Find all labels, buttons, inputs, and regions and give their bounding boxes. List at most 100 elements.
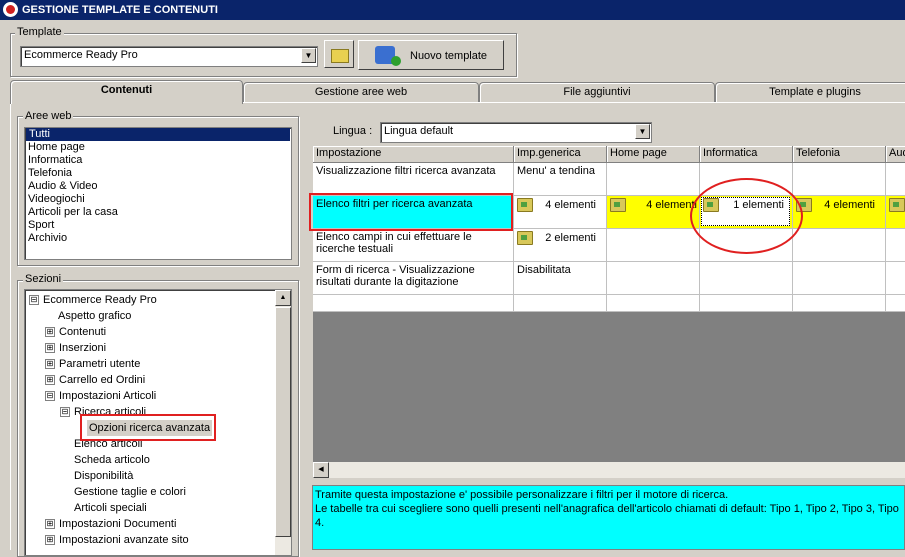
folder-icon[interactable] bbox=[889, 198, 905, 212]
table-cell[interactable]: Elenco campi in cui effettuare le ricerc… bbox=[313, 229, 514, 262]
sezioni-scrollbar[interactable]: ▲ bbox=[275, 290, 291, 555]
list-item[interactable]: Archivio bbox=[25, 232, 291, 245]
list-item[interactable]: Videogiochi bbox=[25, 193, 291, 206]
column-header[interactable]: Imp.generica bbox=[514, 146, 607, 163]
tab-gestione-aree-web[interactable]: Gestione aree web bbox=[243, 82, 479, 102]
tree-item[interactable]: Articoli speciali bbox=[74, 500, 147, 516]
table-cell[interactable] bbox=[793, 163, 886, 196]
table-cell[interactable]: 4 elementi bbox=[514, 196, 607, 229]
lingua-select[interactable]: Lingua default ▼ bbox=[380, 122, 652, 143]
tree-item-label: Impostazioni Documenti bbox=[59, 518, 177, 530]
aree-web-label: Aree web bbox=[23, 110, 74, 122]
tree-item-label: Carrello ed Ordini bbox=[59, 374, 146, 386]
tree-item[interactable]: Scheda articolo bbox=[74, 452, 150, 468]
column-header[interactable]: Informatica bbox=[700, 146, 793, 163]
table-cell[interactable] bbox=[607, 295, 700, 312]
expand-icon[interactable]: ⊞ bbox=[45, 359, 55, 370]
table-cell[interactable]: 2 elementi bbox=[514, 229, 607, 262]
table-cell[interactable] bbox=[607, 229, 700, 262]
table-cell[interactable] bbox=[793, 262, 886, 295]
open-folder-button[interactable] bbox=[324, 40, 354, 68]
column-header[interactable]: Telefonia bbox=[793, 146, 886, 163]
table-cell[interactable] bbox=[793, 229, 886, 262]
tree-item[interactable]: ⊞ Carrello ed Ordini bbox=[45, 372, 145, 388]
column-header[interactable]: Aud bbox=[886, 146, 905, 163]
table-cell[interactable] bbox=[700, 295, 793, 312]
chevron-down-icon[interactable]: ▼ bbox=[301, 48, 316, 63]
cell-value: 4 elementi bbox=[545, 199, 596, 211]
tab-contenuti[interactable]: Contenuti bbox=[10, 80, 243, 104]
table-cell[interactable]: Disabilitata bbox=[514, 262, 607, 295]
tree-item[interactable]: ⊞ Contenuti bbox=[45, 324, 106, 340]
cell-value: 4 elementi bbox=[646, 199, 697, 211]
new-template-label: Nuovo template bbox=[410, 50, 488, 62]
tree-item[interactable]: ⊞ Impostazioni avanzate sito bbox=[45, 532, 189, 548]
table-cell[interactable]: Visualizzazione filtri ricerca avanzata bbox=[313, 163, 514, 196]
tree-item[interactable]: ⊞ Inserzioni bbox=[45, 340, 106, 356]
template-select[interactable]: Ecommerce Ready Pro ▼ bbox=[20, 46, 318, 67]
scroll-up-icon[interactable]: ▲ bbox=[275, 290, 291, 306]
tree-item[interactable]: Gestione taglie e colori bbox=[74, 484, 186, 500]
folder-icon[interactable] bbox=[610, 198, 626, 212]
tree-item-root[interactable]: ⊟ Ecommerce Ready Pro bbox=[29, 292, 157, 308]
tree-item-label: Impostazioni avanzate sito bbox=[59, 534, 189, 546]
table-cell[interactable]: 4 elementi bbox=[793, 196, 886, 229]
table-cell[interactable] bbox=[313, 295, 514, 312]
tree-item-label: Impostazioni Articoli bbox=[59, 390, 157, 402]
expand-icon[interactable]: ⊞ bbox=[45, 519, 55, 530]
column-header[interactable]: Home page bbox=[607, 146, 700, 163]
scroll-left-icon[interactable]: ◀ bbox=[313, 462, 329, 478]
tree-item-label: Disponibilità bbox=[74, 470, 134, 482]
list-item[interactable]: Informatica bbox=[25, 154, 291, 167]
table-cell[interactable] bbox=[514, 295, 607, 312]
cell-value: 4 elementi bbox=[824, 199, 875, 211]
tree-item-label: Scheda articolo bbox=[74, 454, 150, 466]
template-group-label: Template bbox=[15, 26, 64, 38]
list-item[interactable]: Tutti bbox=[26, 128, 290, 141]
table-cell[interactable] bbox=[793, 295, 886, 312]
table-cell[interactable] bbox=[886, 262, 905, 295]
table-cell[interactable]: 4 elementi bbox=[607, 196, 700, 229]
table-cell[interactable] bbox=[886, 295, 905, 312]
sezioni-label: Sezioni bbox=[23, 273, 64, 285]
annotation-box-setting bbox=[309, 193, 513, 231]
new-template-button[interactable]: Nuovo template bbox=[358, 40, 504, 70]
title-bar: GESTIONE TEMPLATE E CONTENUTI bbox=[0, 0, 905, 20]
table-cell[interactable] bbox=[607, 163, 700, 196]
expand-icon[interactable]: ⊞ bbox=[45, 535, 55, 546]
table-cell[interactable] bbox=[700, 262, 793, 295]
collapse-icon[interactable]: ⊟ bbox=[29, 295, 39, 306]
grid-horizontal-scrollbar[interactable]: ◀ bbox=[313, 462, 905, 478]
list-item[interactable]: Articoli per la casa bbox=[25, 206, 291, 219]
table-cell[interactable]: Menu' a tendina bbox=[514, 163, 607, 196]
aree-web-list[interactable]: Tutti Home page Informatica Telefonia Au… bbox=[24, 127, 292, 260]
table-cell[interactable] bbox=[886, 196, 905, 229]
list-item[interactable]: Telefonia bbox=[25, 167, 291, 180]
collapse-icon[interactable]: ⊟ bbox=[45, 391, 55, 402]
tree-item[interactable]: ⊞ Impostazioni Documenti bbox=[45, 516, 176, 532]
folder-icon[interactable] bbox=[517, 198, 533, 212]
grid-empty-area bbox=[313, 312, 905, 462]
annotation-box-tree bbox=[80, 414, 216, 441]
chevron-down-icon[interactable]: ▼ bbox=[635, 124, 650, 139]
list-item[interactable]: Home page bbox=[25, 141, 291, 154]
tree-item[interactable]: Disponibilità bbox=[74, 468, 133, 484]
column-header[interactable]: Impostazione bbox=[313, 146, 514, 163]
scroll-thumb[interactable] bbox=[275, 307, 291, 537]
tree-item[interactable]: ⊞ Parametri utente bbox=[45, 356, 140, 372]
table-cell[interactable] bbox=[886, 229, 905, 262]
tree-item[interactable]: Aspetto grafico bbox=[58, 308, 131, 324]
tree-item[interactable]: ⊟ Impostazioni Articoli bbox=[45, 388, 156, 404]
collapse-icon[interactable]: ⊟ bbox=[60, 407, 70, 418]
folder-icon[interactable] bbox=[517, 231, 533, 245]
list-item[interactable]: Sport bbox=[25, 219, 291, 232]
tab-file-aggiuntivi[interactable]: File aggiuntivi bbox=[479, 82, 715, 102]
list-item[interactable]: Audio & Video bbox=[25, 180, 291, 193]
table-cell[interactable] bbox=[607, 262, 700, 295]
tab-template-plugins[interactable]: Template e plugins bbox=[715, 82, 905, 102]
expand-icon[interactable]: ⊞ bbox=[45, 375, 55, 386]
table-cell[interactable]: Form di ricerca - Visualizzazione risult… bbox=[313, 262, 514, 295]
table-cell[interactable] bbox=[886, 163, 905, 196]
expand-icon[interactable]: ⊞ bbox=[45, 327, 55, 338]
expand-icon[interactable]: ⊞ bbox=[45, 343, 55, 354]
